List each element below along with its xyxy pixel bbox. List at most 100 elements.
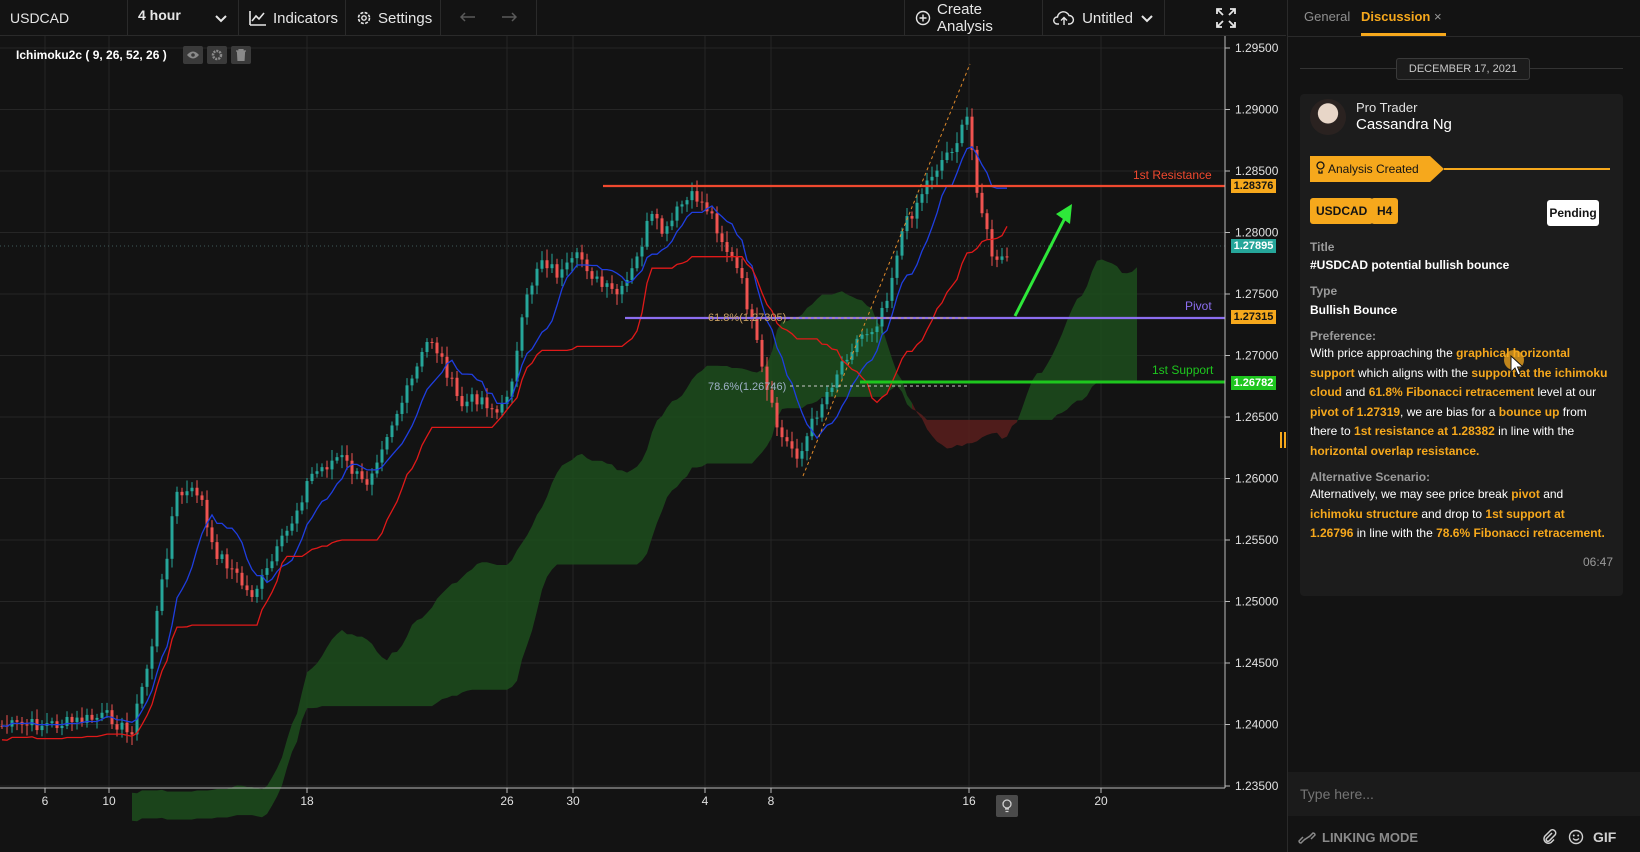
candle-body: [235, 568, 239, 573]
pending-button[interactable]: Pending: [1547, 200, 1599, 226]
ichimoku-cloud-segment: [557, 465, 562, 565]
undo-icon[interactable]: [460, 11, 476, 25]
alt-scenario-text: Alternatively, we may see price break pi…: [1310, 487, 1605, 540]
plus-circle-icon: [915, 10, 931, 26]
chevron-down-icon: [214, 11, 228, 25]
candle-body: [685, 200, 689, 205]
candle-body: [925, 180, 929, 195]
tab-general[interactable]: General: [1304, 9, 1350, 24]
attachment-icon[interactable]: [1543, 829, 1557, 850]
ichimoku-cloud-segment: [217, 788, 222, 818]
ichimoku-cloud-segment: [447, 583, 452, 698]
ichimoku-cloud-segment: [517, 542, 522, 681]
settings-button[interactable]: Settings: [346, 0, 441, 36]
ichimoku-cloud-segment: [142, 790, 147, 819]
candle-body: [215, 542, 219, 559]
date-label: DECEMBER 17, 2021: [1396, 58, 1530, 80]
indicators-button[interactable]: Indicators: [239, 0, 346, 36]
symbol-badge: USDCAD: [1310, 198, 1374, 224]
gear-icon: [356, 10, 372, 26]
author-role: Pro Trader: [1356, 100, 1418, 115]
indicators-label: Indicators: [273, 9, 339, 27]
ichimoku-cloud-segment: [1102, 259, 1107, 383]
ichimoku-cloud-segment: [962, 419, 967, 447]
candle-body: [840, 361, 844, 375]
fullscreen-button[interactable]: [1165, 0, 1286, 36]
bottom-bar: LINKING MODE GIF: [1288, 820, 1640, 852]
candle-body: [550, 264, 554, 269]
ichimoku-cloud-segment: [202, 790, 207, 819]
type-value: Bullish Bounce: [1310, 303, 1398, 317]
candle-body: [930, 176, 934, 181]
candle-body: [425, 342, 429, 353]
redo-icon[interactable]: [501, 11, 517, 25]
status-banner: Analysis Created: [1310, 156, 1610, 182]
symbol-search[interactable]: USDCAD: [0, 0, 128, 36]
highlighted-phrase: 61.8% Fibonacci retracement: [1368, 385, 1535, 399]
price-chart[interactable]: 1.29500 1.29000 1.28500 1.28000 1.27500 1.270…: [0, 36, 1286, 852]
gear-icon[interactable]: [206, 46, 227, 64]
close-icon[interactable]: ×: [1434, 9, 1442, 24]
ichimoku-cloud-segment: [797, 314, 802, 409]
candle-body: [30, 719, 34, 726]
settings-label: Settings: [378, 9, 433, 27]
gif-button[interactable]: GIF: [1593, 829, 1616, 845]
candle-body: [860, 334, 864, 339]
ichimoku-cloud-segment: [192, 790, 197, 820]
ichimoku-cloud-segment: [1037, 372, 1042, 420]
candle-body: [175, 491, 179, 517]
candle-body: [440, 353, 444, 357]
candle-body: [455, 377, 459, 397]
emoji-icon[interactable]: [1568, 829, 1584, 850]
time-axis-label: 4: [702, 794, 709, 808]
undo-redo-group: [441, 0, 537, 36]
ichimoku-cloud-segment: [197, 790, 202, 819]
highlighted-phrase: 78.6% Fibonacci retracement.: [1436, 526, 1605, 540]
ichimoku-cloud-segment: [627, 469, 632, 565]
candle-body: [370, 473, 374, 485]
candle-body: [415, 366, 419, 379]
candle-body: [60, 725, 64, 729]
ichimoku-cloud-segment: [247, 787, 252, 816]
time-axis-label: 8: [768, 794, 775, 808]
ichimoku-cloud-segment: [1117, 266, 1122, 383]
layout-button[interactable]: Untitled: [1043, 0, 1165, 36]
message-input[interactable]: [1298, 780, 1622, 808]
linking-mode-label[interactable]: LINKING MODE: [1322, 830, 1418, 845]
type-label: Type: [1310, 284, 1338, 298]
candle-body: [190, 487, 194, 492]
ichimoku-cloud-segment: [562, 462, 567, 565]
panel-resize-handle[interactable]: [1280, 432, 1286, 448]
eye-icon[interactable]: [182, 46, 203, 64]
lightbulb-icon[interactable]: [996, 795, 1018, 817]
ichimoku-cloud-segment: [397, 645, 402, 707]
tab-discussion[interactable]: Discussion: [1361, 9, 1430, 24]
candle-body: [475, 394, 479, 405]
candle-body: [180, 491, 184, 496]
ichimoku-cloud-segment: [352, 634, 357, 707]
candle-body: [820, 404, 824, 418]
candle-body: [15, 720, 19, 722]
ichimoku-cloud-segment: [637, 460, 642, 565]
candle-body: [1000, 256, 1004, 260]
ichimoku-cloud-segment: [187, 791, 192, 820]
candle-body: [365, 479, 369, 485]
chart-toolbar: USDCAD 4 hour Indicators Settings Create…: [0, 0, 1286, 36]
analysis-panel: General Discussion × DECEMBER 17, 2021 P…: [1287, 0, 1640, 852]
trash-icon[interactable]: [230, 46, 251, 64]
candle-body: [805, 436, 809, 452]
create-analysis-button[interactable]: Create Analysis: [904, 0, 1043, 36]
cursor-arrow-icon: [1510, 354, 1526, 382]
candle-body: [715, 213, 719, 234]
candle-body: [965, 116, 969, 125]
ichimoku-cloud-segment: [472, 564, 477, 690]
candle-body: [350, 460, 354, 474]
candle-body: [945, 152, 949, 161]
candle-body: [725, 242, 729, 252]
ichimoku-cloud-segment: [417, 618, 422, 707]
candle-body: [90, 714, 94, 720]
ichimoku-cloud-segment: [527, 526, 532, 646]
ichimoku-cloud-segment: [617, 470, 622, 565]
interval-select[interactable]: 4 hour: [128, 0, 239, 36]
link-icon[interactable]: [1298, 830, 1316, 851]
